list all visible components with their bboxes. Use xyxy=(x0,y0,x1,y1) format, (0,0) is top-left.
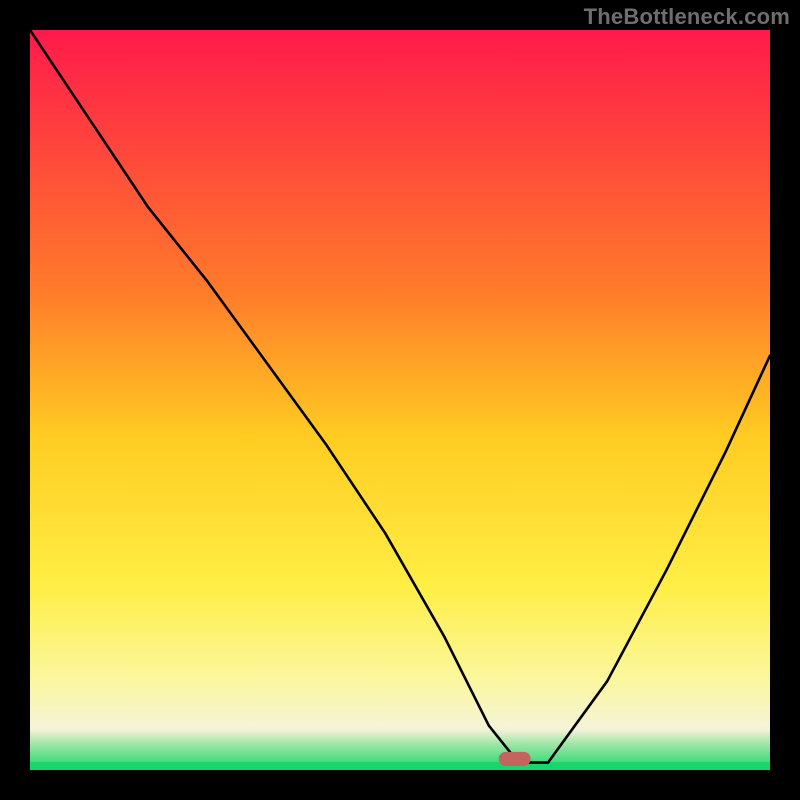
chart-svg xyxy=(0,0,800,800)
plot-area xyxy=(30,30,770,770)
chart-frame: TheBottleneck.com xyxy=(0,0,800,800)
optimal-point-marker xyxy=(499,752,531,766)
watermark-label: TheBottleneck.com xyxy=(584,4,790,30)
